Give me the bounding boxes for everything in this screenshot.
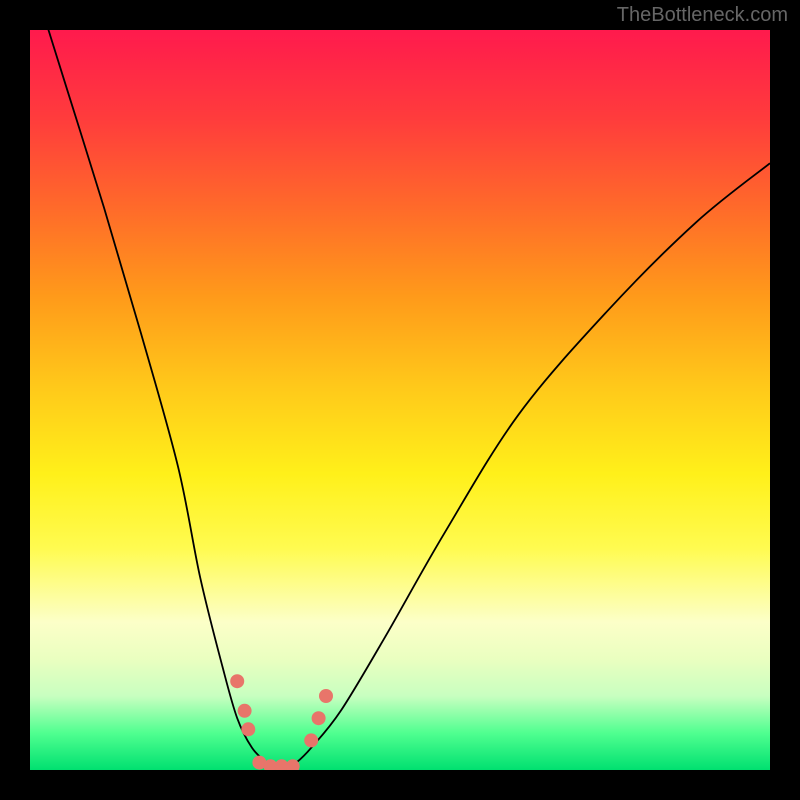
chart-svg	[30, 30, 770, 770]
data-marker	[241, 722, 255, 736]
data-marker	[230, 674, 244, 688]
data-markers	[230, 674, 333, 770]
bottleneck-curve	[30, 30, 770, 767]
data-marker	[238, 704, 252, 718]
plot-area	[30, 30, 770, 770]
data-marker	[312, 711, 326, 725]
data-marker	[304, 733, 318, 747]
watermark-text: TheBottleneck.com	[617, 4, 788, 27]
data-marker	[319, 689, 333, 703]
